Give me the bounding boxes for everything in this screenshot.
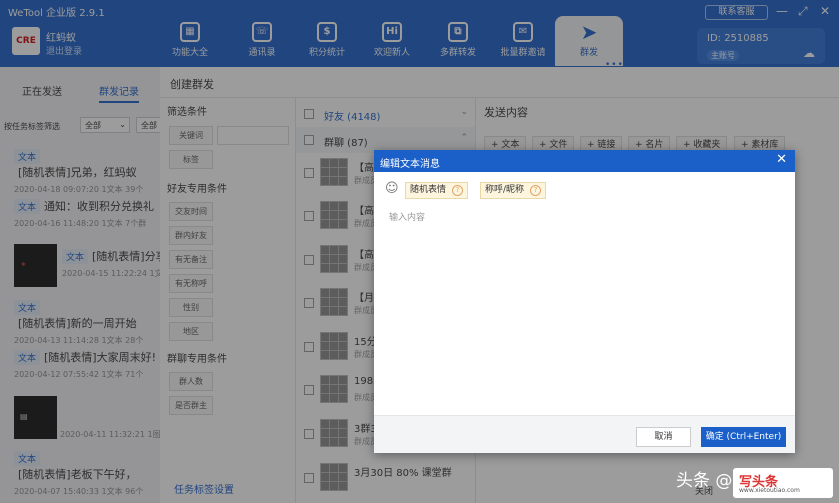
help-icon[interactable]: ? <box>530 185 542 196</box>
message-input[interactable]: 输入内容 <box>389 210 425 223</box>
modal-header: 编辑文本消息 ✕ <box>374 150 795 172</box>
emoji-icon[interactable]: ☺ <box>385 181 399 196</box>
watermark-logo: 写头条 www.xietoutiao.com <box>733 468 833 498</box>
watermark-text: 头条 @ <box>676 471 733 491</box>
modal-title: 编辑文本消息 <box>380 159 440 170</box>
close-icon[interactable]: ✕ <box>776 152 787 167</box>
help-icon[interactable]: ? <box>452 185 464 196</box>
random-emoji-placeholder[interactable]: 随机表情? <box>405 182 469 199</box>
edit-text-modal: 编辑文本消息 ✕ ☺ 随机表情? 称呼/昵称? 输入内容 取消 确定 (Ctrl… <box>374 150 795 453</box>
modal-footer: 取消 确定 (Ctrl+Enter) <box>374 415 795 453</box>
confirm-button[interactable]: 确定 (Ctrl+Enter) <box>701 427 786 447</box>
cancel-button[interactable]: 取消 <box>636 427 691 447</box>
nickname-placeholder[interactable]: 称呼/昵称? <box>480 182 547 199</box>
